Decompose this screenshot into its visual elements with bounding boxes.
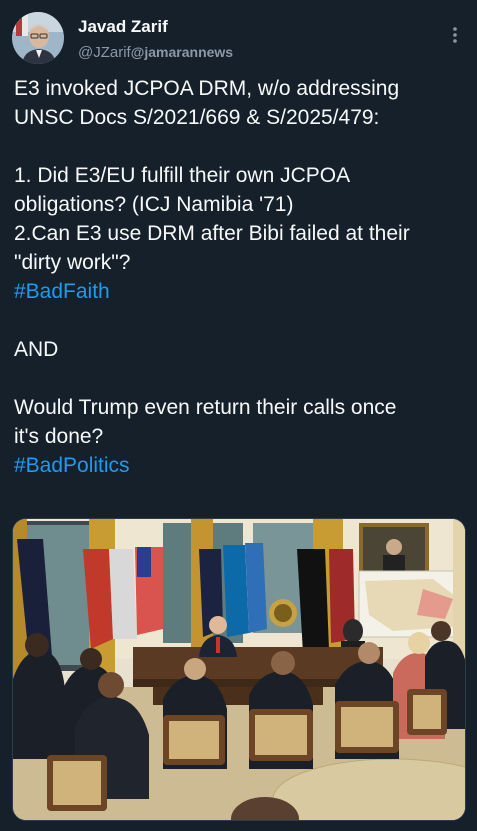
author-display-name[interactable]: Javad Zarif — [78, 16, 233, 38]
tweet-line: UNSC Docs S/2021/669 & S/2025/479: — [14, 106, 380, 129]
tweet-line: it's done? — [14, 425, 104, 448]
tweet-line: 2.Can E3 use DRM after Bibi failed at th… — [14, 222, 410, 245]
tweet-line: "dirty work"? — [14, 251, 131, 274]
tweet-line: 1. Did E3/EU fulfill their own JCPOA — [14, 164, 351, 187]
tweet-line: Would Trump even return their calls once — [14, 396, 397, 419]
tweet-card: Javad Zarif @JZarif@jamarannews E3 invok… — [0, 0, 477, 831]
hashtag-link[interactable]: #BadPolitics — [14, 451, 466, 480]
tweet-header: Javad Zarif @JZarif@jamarannews — [12, 12, 465, 68]
tweet-line: obligations? (ICJ Namibia '71) — [14, 193, 294, 216]
more-vertical-icon — [453, 27, 457, 43]
tweet-line: AND — [14, 338, 59, 361]
oval-office-photo — [13, 519, 465, 820]
avatar[interactable] — [12, 12, 64, 64]
tweet-text: E3 invoked JCPOA DRM, w/o addressing UNS… — [14, 74, 466, 480]
tweet-media-photo[interactable] — [12, 518, 466, 821]
author-handle-line: @JZarif@jamarannews — [78, 42, 233, 63]
via-handle[interactable]: @jamarannews — [131, 44, 233, 60]
hashtag-link[interactable]: #BadFaith — [14, 277, 466, 306]
author-info: Javad Zarif @JZarif@jamarannews — [78, 16, 233, 63]
more-options-button[interactable] — [445, 22, 465, 48]
avatar-photo-icon — [12, 12, 64, 64]
tweet-line: E3 invoked JCPOA DRM, w/o addressing — [14, 77, 400, 100]
author-handle[interactable]: @JZarif — [78, 44, 131, 61]
